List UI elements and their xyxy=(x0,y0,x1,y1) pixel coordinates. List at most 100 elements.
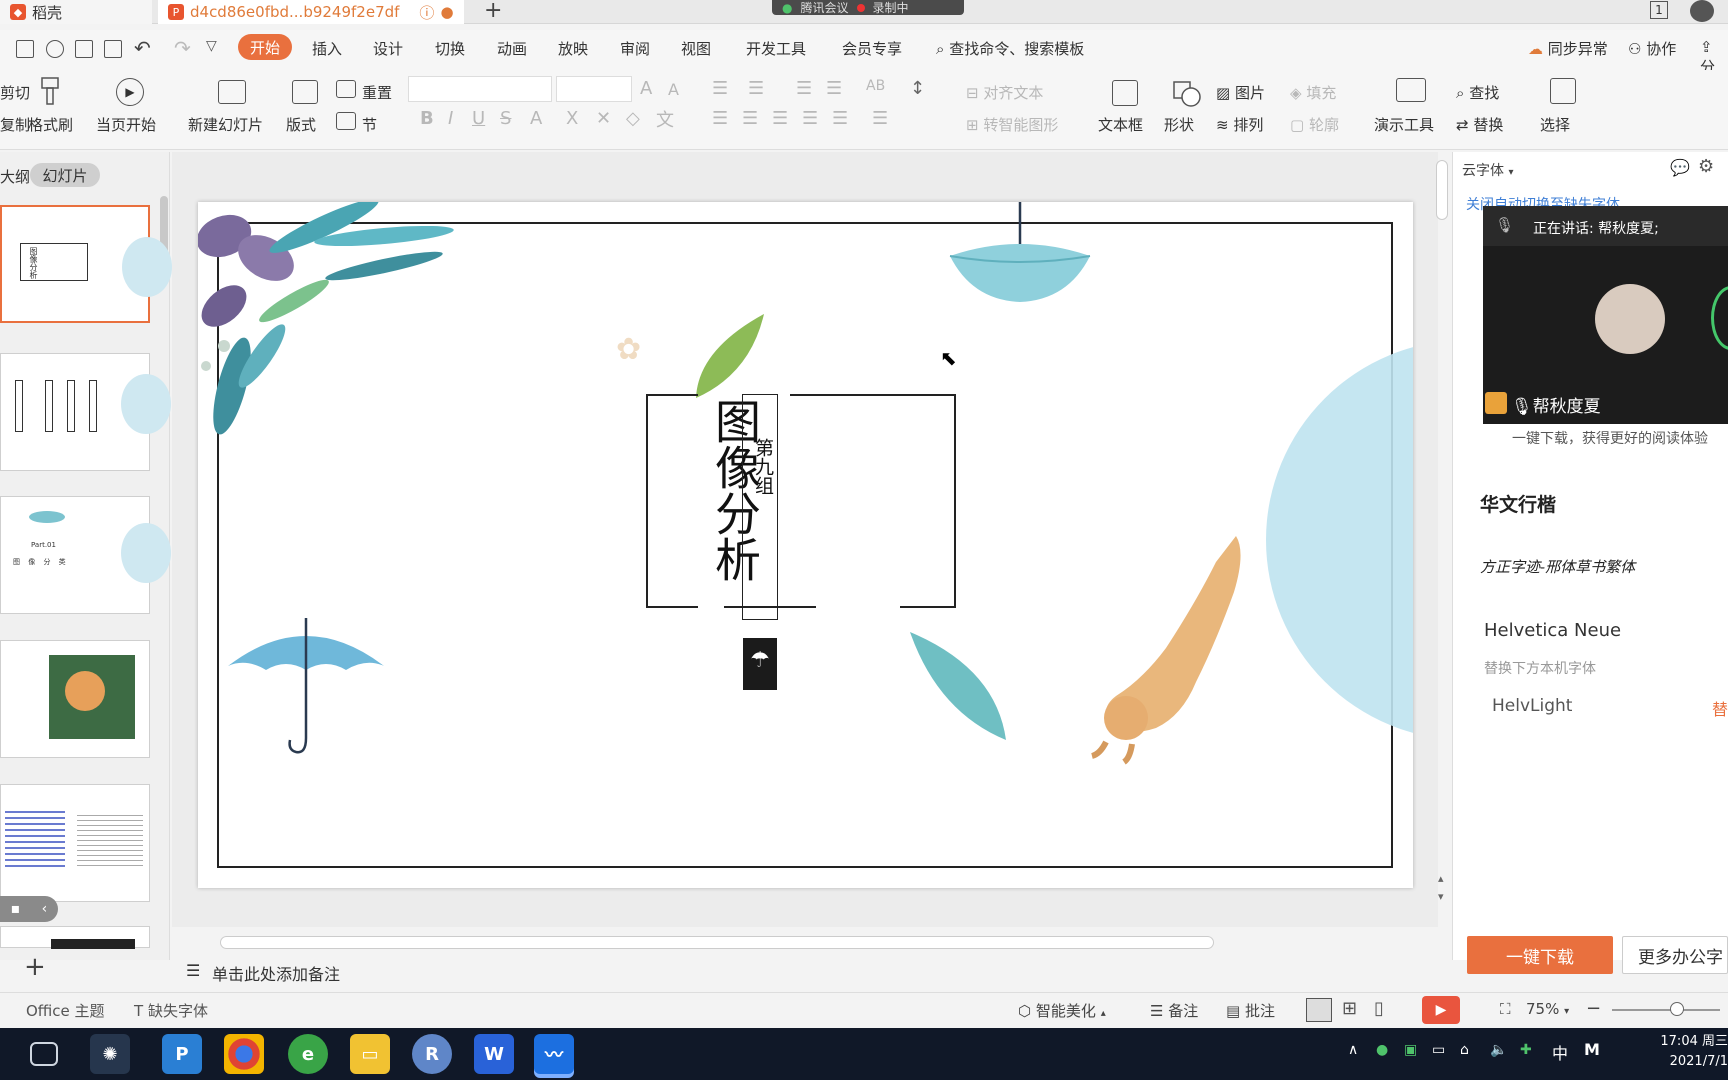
columns-icon[interactable]: ☰ xyxy=(872,108,888,129)
warning-icon[interactable]: ⓘ xyxy=(419,2,434,23)
download-fonts-button[interactable]: 一键下载 xyxy=(1467,936,1613,974)
present-tools-button[interactable]: 演示工具 xyxy=(1374,114,1434,135)
thumbnail-slide-4[interactable] xyxy=(0,640,150,758)
ime-mode-icon[interactable]: M xyxy=(1584,1040,1600,1059)
format-painter-icon[interactable] xyxy=(38,76,62,108)
font-shrink-icon[interactable]: A xyxy=(668,80,679,99)
normal-view-icon[interactable] xyxy=(1306,998,1332,1022)
cut-button[interactable]: 剪切 xyxy=(0,82,30,103)
zoom-level[interactable]: 75% ▾ xyxy=(1526,1000,1569,1018)
meeting-video-window[interactable]: 🎙 正在讲话: 帮秋度夏; 🎙帮秋度夏 xyxy=(1483,206,1728,424)
superscript-icon[interactable]: X xyxy=(566,108,578,129)
tab-document[interactable]: P d4cd86e0fbd...b9249f2e7df ⓘ ● xyxy=(158,0,464,24)
command-search[interactable]: ⌕ 查找命令、搜索模板 xyxy=(936,38,1084,59)
play-icon[interactable]: ▶ xyxy=(116,78,144,106)
fit-window-icon[interactable]: ⛶ xyxy=(1500,1000,1511,1018)
thumbnail-slide-2[interactable] xyxy=(0,353,171,471)
gear-icon[interactable]: ⚙ xyxy=(1698,156,1714,177)
wps-icon[interactable]: W xyxy=(474,1034,514,1074)
grid-view-icon[interactable]: ⊞ xyxy=(1342,998,1357,1019)
reading-view-icon[interactable]: ▯ xyxy=(1374,998,1384,1019)
font-item-helvlight[interactable]: HelvLight xyxy=(1492,696,1572,716)
slides-tab[interactable]: 幻灯片 xyxy=(30,163,100,187)
group-label[interactable]: 第九组 xyxy=(750,438,777,495)
tray-expand-icon[interactable]: ∧ xyxy=(1348,1042,1358,1058)
ime-indicator[interactable]: 中 xyxy=(1552,1040,1568,1064)
outline-tab[interactable]: 大纲 xyxy=(0,166,30,187)
save-icon[interactable] xyxy=(16,40,34,58)
tray-app-icon[interactable]: ▣ xyxy=(1404,1042,1417,1058)
tab-daoke[interactable]: ◆ 稻壳 xyxy=(0,0,152,24)
fill-button[interactable]: ◈ 填充 xyxy=(1290,82,1336,103)
distribute-icon[interactable]: ☰ xyxy=(832,108,848,129)
reset-button[interactable]: 重置 xyxy=(362,82,392,103)
menu-developer[interactable]: 开发工具 xyxy=(746,38,806,59)
collab-button[interactable]: ⚇ 协作 xyxy=(1628,38,1676,59)
outline-button[interactable]: ▢ 轮廓 xyxy=(1290,114,1339,135)
align-text-button[interactable]: ⊟ 对齐文本 xyxy=(966,82,1043,103)
panel-collapse-button[interactable]: ▪ ‹ xyxy=(0,896,58,922)
zoom-out-button[interactable]: − xyxy=(1586,998,1601,1019)
comments-button[interactable]: ▤ 批注 xyxy=(1226,1000,1275,1021)
new-slide-button[interactable]: 新建幻灯片 xyxy=(188,114,263,135)
thumbnail-slide-6[interactable] xyxy=(0,926,150,949)
reset-icon[interactable] xyxy=(336,80,356,98)
tray-security-icon[interactable]: ✚ xyxy=(1520,1042,1532,1058)
shape-icon[interactable] xyxy=(1172,80,1202,108)
export-icon[interactable] xyxy=(46,40,64,58)
arrange-button[interactable]: ≋ 排列 xyxy=(1216,114,1263,135)
font-color-icon[interactable]: A xyxy=(530,108,542,129)
font-size-dropdown[interactable] xyxy=(556,76,632,102)
section-button[interactable]: 节 xyxy=(362,114,377,135)
section-icon[interactable] xyxy=(336,112,356,130)
page-nav-buttons[interactable]: ▴ ▾ xyxy=(1438,870,1444,906)
new-slide-icon[interactable] xyxy=(218,80,246,104)
justify-icon[interactable]: ☰ xyxy=(802,108,818,129)
numbered-list-icon[interactable]: ☰ xyxy=(748,78,764,99)
meeting-indicator[interactable]: ● 腾讯会议 录制中 xyxy=(772,0,964,15)
align-center-icon[interactable]: ☰ xyxy=(742,108,758,129)
add-slide-button[interactable]: + xyxy=(24,952,46,982)
picture-button[interactable]: ▨ 图片 xyxy=(1216,82,1265,103)
font-grow-icon[interactable]: A xyxy=(640,78,652,99)
bullet-list-icon[interactable]: ☰ xyxy=(712,78,728,99)
shape-button[interactable]: 形状 xyxy=(1164,114,1194,135)
smart-beautify-button[interactable]: ⬡ 智能美化 ▴ xyxy=(1018,1000,1106,1021)
menu-view[interactable]: 视图 xyxy=(681,38,711,59)
phonetic-icon[interactable]: 文 xyxy=(656,106,674,132)
chrome-icon[interactable] xyxy=(224,1034,264,1074)
canvas-v-scrollbar[interactable] xyxy=(1436,160,1448,220)
eraser-icon[interactable]: ◇ xyxy=(626,108,640,129)
menu-animation[interactable]: 动画 xyxy=(497,38,527,59)
more-fonts-button[interactable]: 更多办公字 xyxy=(1622,936,1728,974)
text-direction-icon[interactable]: AB xyxy=(866,78,885,94)
sync-status[interactable]: ☁ 同步异常 xyxy=(1528,38,1608,59)
word-app-icon[interactable]: P xyxy=(162,1034,202,1074)
strikethrough-icon[interactable]: S xyxy=(500,108,511,129)
app-icon[interactable]: ✺ xyxy=(90,1034,130,1074)
r-app-icon[interactable]: R xyxy=(412,1034,452,1074)
replace-font-button[interactable]: 替 xyxy=(1712,696,1728,720)
thumbnail-slide-3[interactable]: Part.01 图 像 分 类 xyxy=(0,496,171,614)
menu-member[interactable]: 会员专享 xyxy=(842,38,902,59)
font-item-fangzheng[interactable]: 方正字迹-邢体草书繁体 xyxy=(1480,556,1635,577)
align-right-icon[interactable]: ☰ xyxy=(772,108,788,129)
present-tools-icon[interactable] xyxy=(1396,78,1426,102)
thumbnail-slide-5[interactable] xyxy=(0,784,150,902)
network-icon[interactable]: ⌂ xyxy=(1460,1042,1469,1058)
textbox-button[interactable]: 文本框 xyxy=(1098,114,1143,135)
browser-icon[interactable]: e xyxy=(288,1034,328,1074)
copy-button[interactable]: 复制 xyxy=(0,114,30,135)
theme-label[interactable]: Office 主题 xyxy=(26,1000,105,1021)
notes-toggle-button[interactable]: ☰ 备注 xyxy=(1150,1000,1198,1021)
find-button[interactable]: ⌕ 查找 xyxy=(1456,82,1499,103)
clear-format-icon[interactable]: ✕ xyxy=(596,108,611,129)
tray-device-icon[interactable]: ▭ xyxy=(1432,1042,1445,1058)
menu-start[interactable]: 开始 xyxy=(238,34,292,60)
canvas-h-scrollbar[interactable] xyxy=(220,936,1214,949)
format-painter-label[interactable]: 格式刷 xyxy=(28,114,73,135)
notes-bar[interactable]: ☰ 单击此处添加备注 xyxy=(172,955,1438,989)
play-slideshow-button[interactable]: ▶ xyxy=(1422,996,1460,1024)
preview-icon[interactable] xyxy=(104,40,122,58)
tray-app-icon[interactable]: ● xyxy=(1376,1042,1388,1058)
